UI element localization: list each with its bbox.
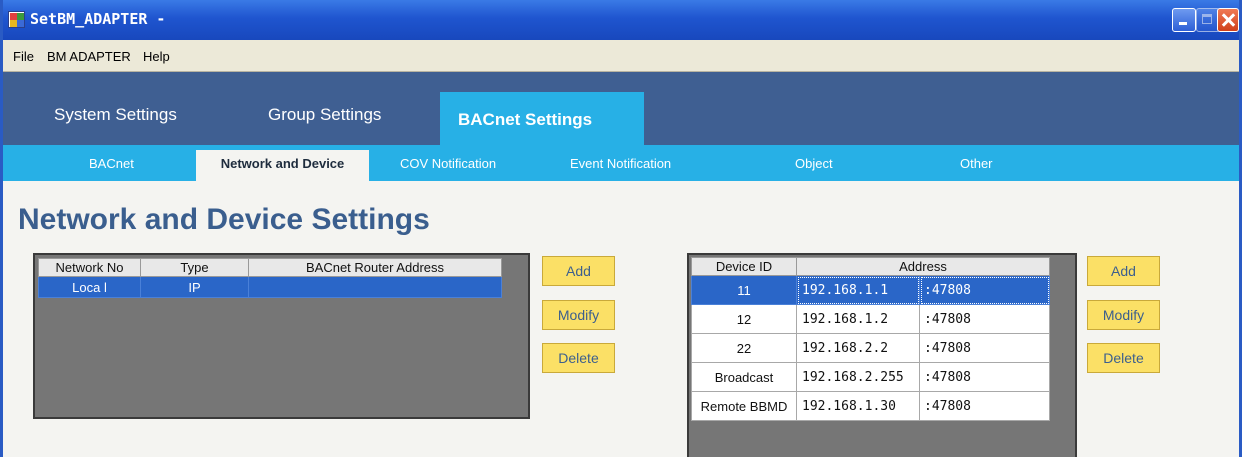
network-delete-button[interactable]: Delete bbox=[542, 343, 615, 373]
menu-help[interactable]: Help bbox=[143, 49, 170, 64]
app-icon bbox=[8, 11, 25, 28]
cell-ip[interactable]: 192.168.2.2 bbox=[796, 333, 920, 363]
column-header-address[interactable]: Address bbox=[796, 257, 1050, 276]
cell-device-id[interactable]: 22 bbox=[691, 333, 797, 363]
cell-port[interactable]: :47808 bbox=[919, 304, 1050, 334]
cell-device-id[interactable]: Broadcast bbox=[691, 362, 797, 392]
network-table[interactable]: Network No Type BACnet Router Address Lo… bbox=[33, 253, 530, 419]
menu-file[interactable]: File bbox=[13, 49, 34, 64]
table-row[interactable]: 12 192.168.1.2 :47808 bbox=[691, 304, 1050, 334]
cell-port[interactable]: :47808 bbox=[919, 333, 1050, 363]
tab-system-settings[interactable]: System Settings bbox=[54, 105, 177, 125]
cell-port[interactable]: :47808 bbox=[919, 362, 1050, 392]
device-table[interactable]: Device ID Address 11 192.168.1.1 :47808 … bbox=[687, 253, 1077, 457]
column-header-device-id[interactable]: Device ID bbox=[691, 257, 797, 276]
network-modify-button[interactable]: Modify bbox=[542, 300, 615, 330]
subtab-network-and-device[interactable]: Network and Device bbox=[196, 150, 369, 181]
cell-device-id[interactable]: 11 bbox=[691, 275, 797, 305]
cell-ip[interactable]: 192.168.1.1 bbox=[796, 275, 920, 305]
device-delete-button[interactable]: Delete bbox=[1087, 343, 1160, 373]
table-header: Network No Type BACnet Router Address bbox=[38, 258, 502, 277]
cell-type[interactable]: IP bbox=[140, 276, 249, 298]
close-icon[interactable] bbox=[1217, 8, 1239, 32]
column-header-network-no[interactable]: Network No bbox=[38, 258, 141, 277]
column-header-router-address[interactable]: BACnet Router Address bbox=[248, 258, 502, 277]
table-row[interactable]: 11 192.168.1.1 :47808 bbox=[691, 275, 1050, 305]
subtab-bacnet[interactable]: BACnet bbox=[89, 156, 134, 171]
cell-device-id[interactable]: 12 bbox=[691, 304, 797, 334]
table-row[interactable]: Remote BBMD 192.168.1.30 :47808 bbox=[691, 391, 1050, 421]
tab-group-settings[interactable]: Group Settings bbox=[268, 105, 381, 125]
menu-bar: File BM ADAPTER Help bbox=[3, 40, 1239, 72]
table-row[interactable]: 22 192.168.2.2 :47808 bbox=[691, 333, 1050, 363]
menu-bm-adapter[interactable]: BM ADAPTER bbox=[47, 49, 131, 64]
cell-port[interactable]: :47808 bbox=[919, 275, 1050, 305]
table-header: Device ID Address bbox=[691, 257, 1050, 276]
window-title: SetBM_ADAPTER - bbox=[30, 10, 166, 28]
table-row[interactable]: Loca l IP bbox=[38, 276, 502, 298]
cell-ip[interactable]: 192.168.1.2 bbox=[796, 304, 920, 334]
cell-device-id[interactable]: Remote BBMD bbox=[691, 391, 797, 421]
cell-ip[interactable]: 192.168.2.255 bbox=[796, 362, 920, 392]
subtab-other[interactable]: Other bbox=[960, 156, 993, 171]
minimize-icon[interactable] bbox=[1172, 8, 1196, 32]
column-header-type[interactable]: Type bbox=[140, 258, 249, 277]
app-window: SetBM_ADAPTER - File BM ADAPTER Help Sys… bbox=[0, 0, 1242, 457]
subtab-object[interactable]: Object bbox=[795, 156, 833, 171]
table-row[interactable]: Broadcast 192.168.2.255 :47808 bbox=[691, 362, 1050, 392]
sub-tab-bar: BACnet Network and Device COV Notificati… bbox=[3, 145, 1239, 181]
cell-ip[interactable]: 192.168.1.30 bbox=[796, 391, 920, 421]
title-bar[interactable]: SetBM_ADAPTER - bbox=[3, 0, 1239, 40]
network-add-button[interactable]: Add bbox=[542, 256, 615, 286]
subtab-event-notification[interactable]: Event Notification bbox=[570, 156, 671, 171]
device-modify-button[interactable]: Modify bbox=[1087, 300, 1160, 330]
page-title: Network and Device Settings bbox=[18, 203, 430, 236]
cell-network-no[interactable]: Loca l bbox=[38, 276, 141, 298]
tab-bacnet-settings[interactable]: BACnet Settings bbox=[440, 92, 644, 145]
device-add-button[interactable]: Add bbox=[1087, 256, 1160, 286]
cell-port[interactable]: :47808 bbox=[919, 391, 1050, 421]
cell-router-address[interactable] bbox=[248, 276, 502, 298]
main-tab-bar: System Settings Group Settings BACnet Se… bbox=[3, 72, 1239, 145]
subtab-cov-notification[interactable]: COV Notification bbox=[400, 156, 496, 171]
